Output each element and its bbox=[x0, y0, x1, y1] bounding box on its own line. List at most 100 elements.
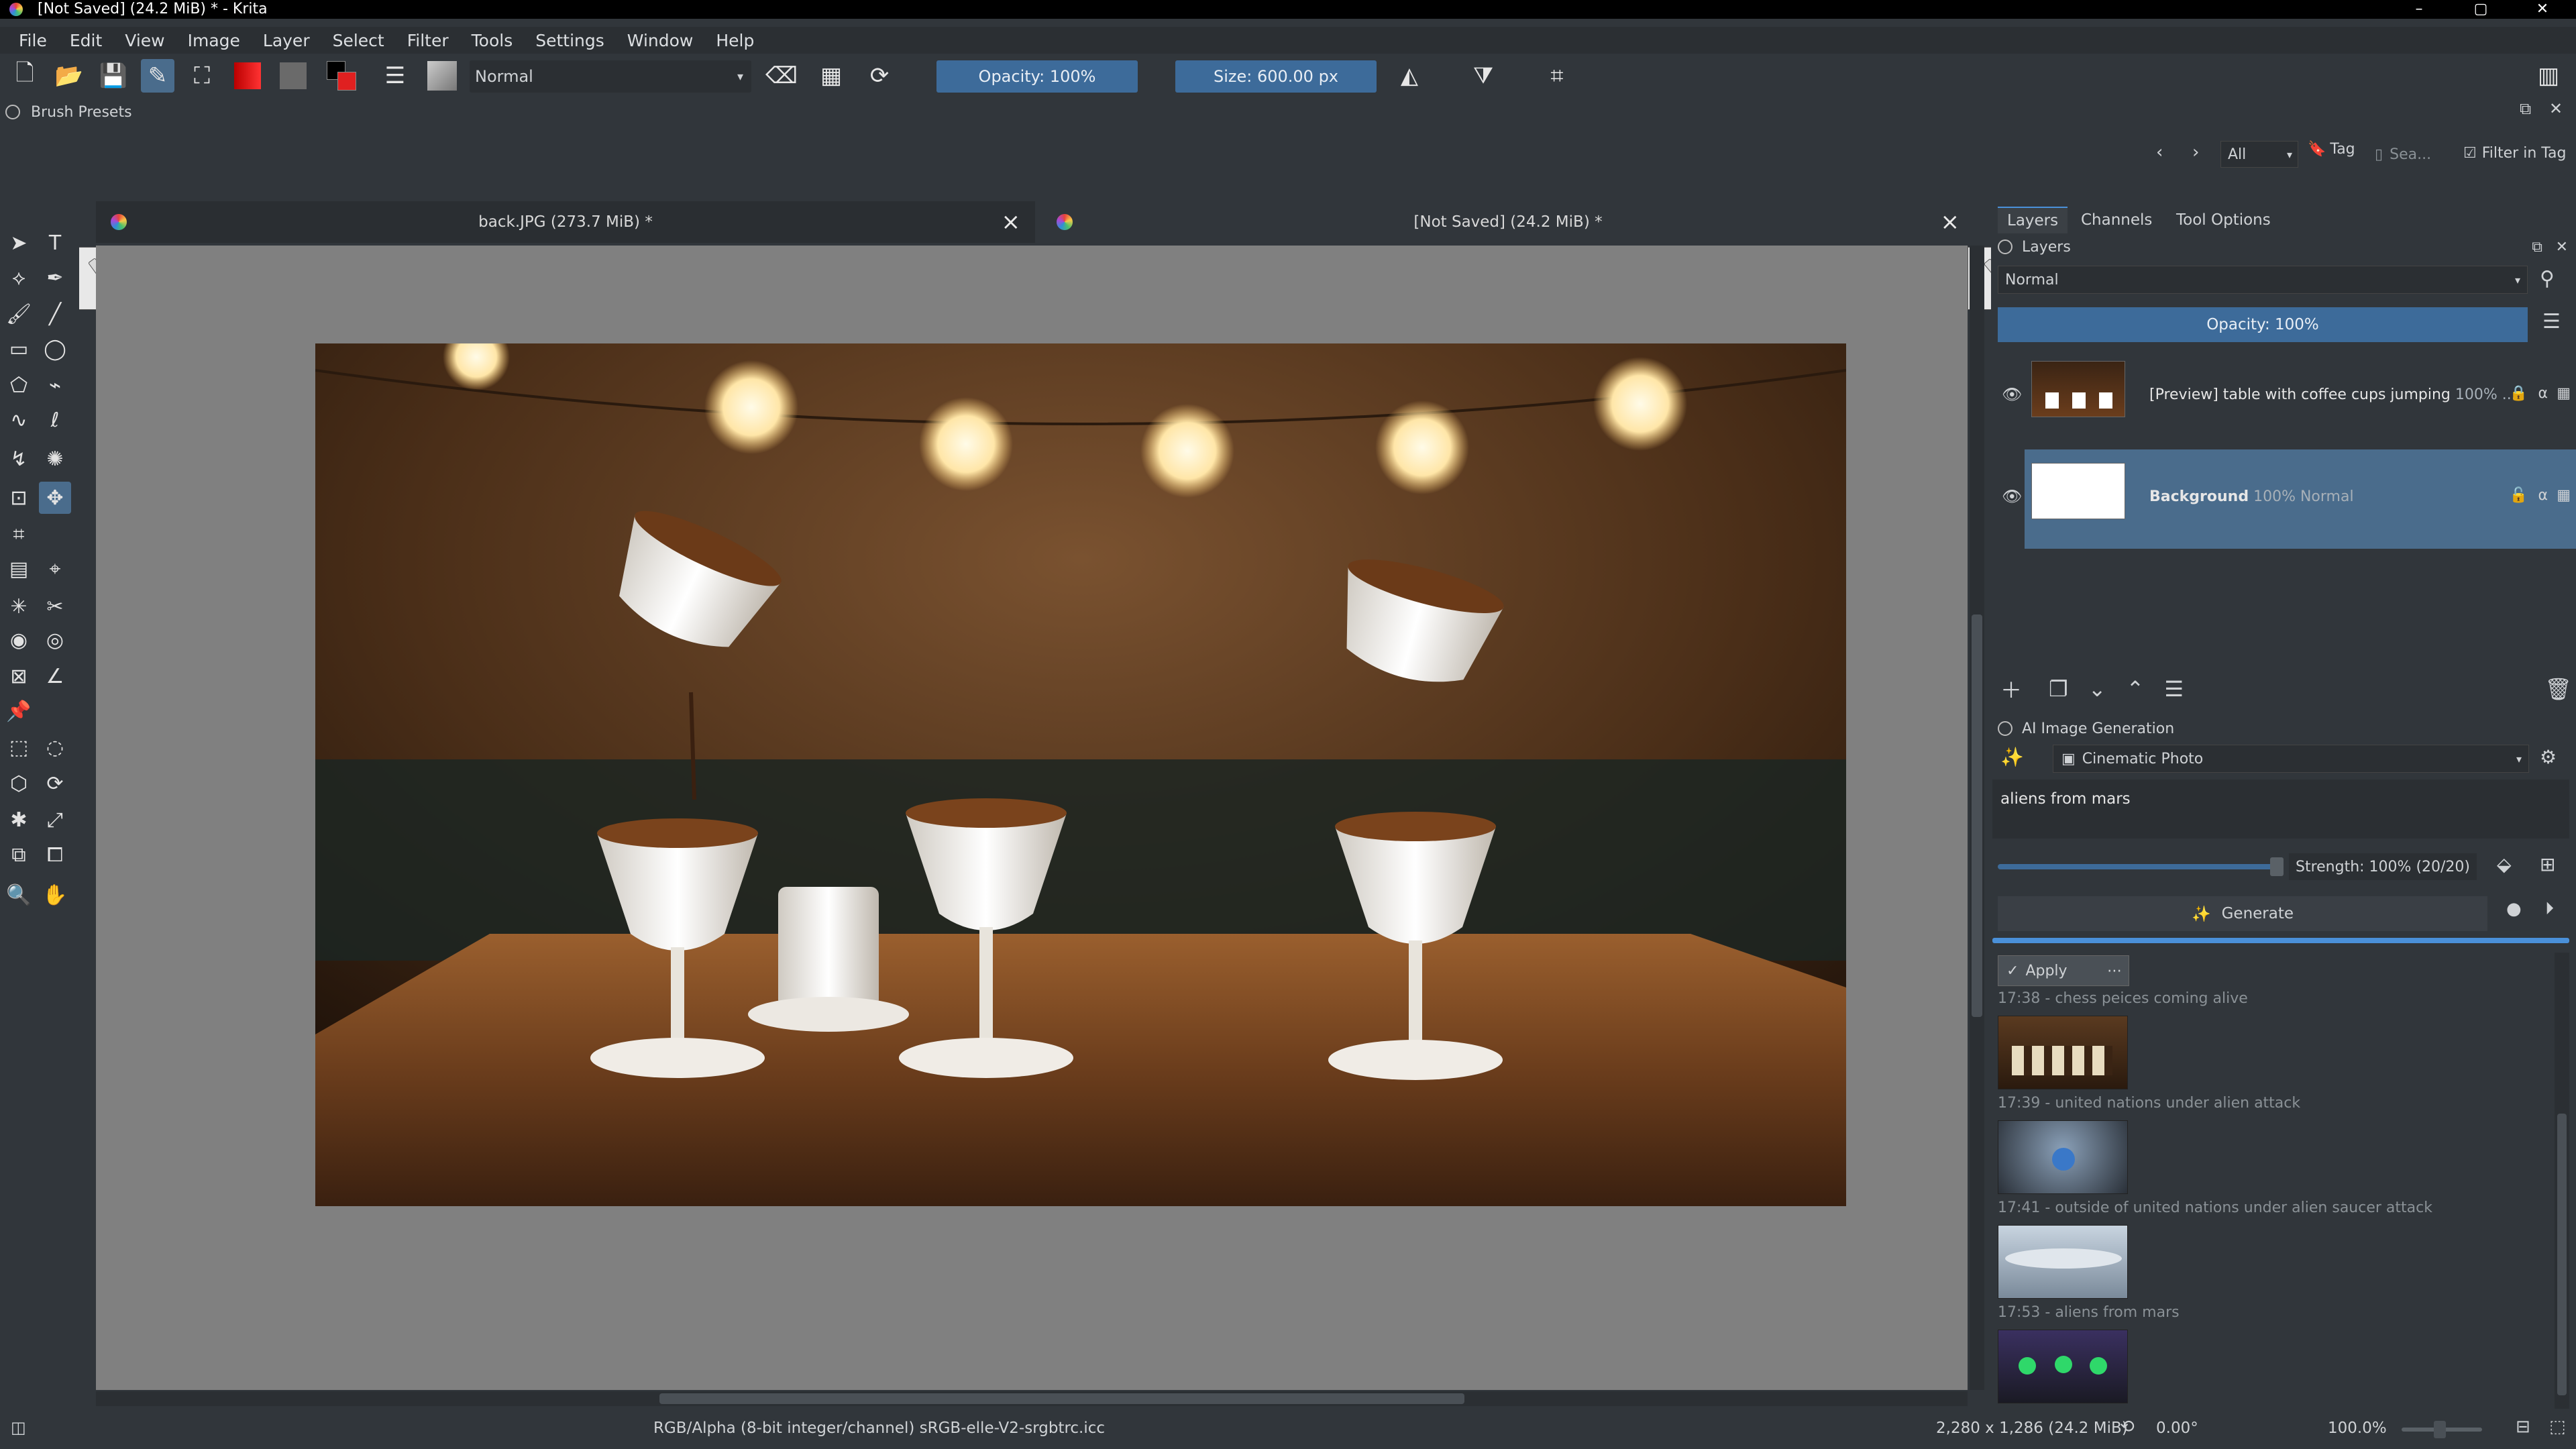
rectangle-tool-icon[interactable]: ▭ bbox=[3, 333, 35, 365]
polygon-select-icon[interactable]: ⬡ bbox=[3, 767, 35, 800]
record-icon[interactable]: ● bbox=[2506, 899, 2522, 919]
move-tool-icon[interactable]: ✥ bbox=[39, 482, 71, 514]
float-docker-icon[interactable]: ⧉ bbox=[2520, 99, 2531, 118]
tab-tool-options[interactable]: Tool Options bbox=[2167, 207, 2280, 233]
enclose-fill-icon[interactable]: ◎ bbox=[39, 624, 71, 656]
delete-layer-icon[interactable]: 🗑 bbox=[2544, 676, 2572, 702]
magnetic-select-icon[interactable]: ⧠ bbox=[39, 839, 71, 871]
region-icon[interactable]: ⊞ bbox=[2540, 853, 2555, 875]
menu-window[interactable]: Window bbox=[623, 31, 698, 50]
scroll-right-icon[interactable]: › bbox=[2192, 142, 2199, 162]
menu-tools[interactable]: Tools bbox=[468, 31, 517, 50]
move-layer-up-icon[interactable]: ⌃ bbox=[2127, 676, 2145, 702]
bezier-tool-icon[interactable]: ∿ bbox=[3, 404, 35, 436]
duplicate-layer-icon[interactable]: ❐ bbox=[2049, 676, 2068, 702]
maximize-icon[interactable]: ▢ bbox=[2457, 0, 2505, 19]
alpha-icon[interactable]: α bbox=[2538, 385, 2548, 402]
mirror-vertical-icon[interactable]: ⧩ bbox=[1466, 59, 1500, 93]
history-scrollbar[interactable] bbox=[2555, 953, 2569, 1409]
menu-image[interactable]: Image bbox=[184, 31, 244, 50]
size-field[interactable]: Size: 600.00 px bbox=[1175, 60, 1377, 93]
smart-patch-icon[interactable]: ✳ bbox=[3, 590, 35, 623]
layer-properties-menu-icon[interactable]: ☰ bbox=[2164, 676, 2184, 702]
tab-back-jpg[interactable]: back.JPG (273.7 MiB) * × bbox=[96, 201, 1035, 243]
tab-channels[interactable]: Channels bbox=[2072, 207, 2161, 233]
zoom-fit-icon[interactable]: ⊟ bbox=[2516, 1417, 2530, 1437]
history-thumbnail[interactable] bbox=[1998, 1120, 2128, 1194]
menu-settings[interactable]: Settings bbox=[531, 31, 608, 50]
measure-tool-icon[interactable]: ∠ bbox=[39, 660, 71, 692]
dynamic-brush-icon[interactable]: ↯ bbox=[3, 443, 35, 475]
freehand-select-icon[interactable]: ⟳ bbox=[39, 767, 71, 800]
close-docker-icon[interactable]: ✕ bbox=[2556, 239, 2568, 256]
assistant-icon[interactable]: ⊠ bbox=[3, 660, 35, 692]
gradient-icon[interactable] bbox=[231, 59, 264, 93]
reload-preset-icon[interactable]: ⟳ bbox=[863, 59, 896, 93]
layer-blend-mode-select[interactable]: Normal ▾ bbox=[1998, 266, 2528, 294]
blend-mode-select[interactable]: Normal ▾ bbox=[470, 60, 751, 93]
generate-button[interactable]: ✨ Generate bbox=[1998, 896, 2487, 931]
workspace-icon[interactable]: ▥ bbox=[2532, 59, 2565, 93]
minimize-icon[interactable]: – bbox=[2395, 0, 2443, 19]
apply-button[interactable]: ✓ Apply ⋯ bbox=[1998, 955, 2129, 986]
new-document-icon[interactable]: 🗋 bbox=[8, 59, 42, 93]
filter-icon[interactable]: ⚲ bbox=[2540, 267, 2555, 290]
layer-properties-icon[interactable]: ▦ bbox=[2557, 487, 2571, 504]
text-tool-icon[interactable]: T bbox=[39, 227, 71, 259]
color-swap-icon[interactable] bbox=[325, 59, 358, 93]
fill-tool-icon[interactable]: ◉ bbox=[3, 624, 35, 656]
brush-editor-icon[interactable]: ✎ bbox=[141, 59, 174, 93]
lock-icon[interactable]: 🔒 bbox=[2510, 385, 2528, 402]
zoom-tool-icon[interactable]: 🔍 bbox=[3, 879, 35, 911]
history-thumbnail[interactable] bbox=[1998, 1225, 2128, 1299]
color-picker-icon[interactable]: ⌖ bbox=[39, 553, 71, 585]
brush-preset-icon[interactable] bbox=[425, 59, 459, 93]
pin-icon[interactable]: ⬚ bbox=[2549, 1417, 2566, 1437]
canvas-image[interactable] bbox=[315, 343, 1846, 1206]
strength-field[interactable]: Strength: 100% (20/20) bbox=[2289, 853, 2477, 880]
queue-icon[interactable]: ⏵ bbox=[2545, 899, 2554, 920]
alpha-icon[interactable]: α bbox=[2538, 487, 2548, 504]
slider-handle[interactable] bbox=[2270, 857, 2284, 876]
ellipse-select-icon[interactable]: ◌ bbox=[39, 731, 71, 763]
bezier-select-icon[interactable]: ⧉ bbox=[3, 839, 35, 871]
canvas-vertical-scrollbar[interactable] bbox=[1970, 246, 1984, 1390]
ai-settings-icon[interactable]: ⚙ bbox=[2540, 746, 2557, 768]
close-icon[interactable]: ✕ bbox=[2518, 0, 2567, 19]
menu-select[interactable]: Select bbox=[329, 31, 388, 50]
close-docker-icon[interactable]: ✕ bbox=[2549, 99, 2563, 118]
style-select[interactable]: ▣ Cinematic Photo ▾ bbox=[2053, 745, 2529, 773]
filter-in-tag-checkbox[interactable]: ☑ Filter in Tag bbox=[2463, 145, 2567, 162]
zoom-slider[interactable] bbox=[2402, 1421, 2482, 1438]
polygon-tool-icon[interactable]: ⬠ bbox=[3, 369, 35, 401]
canvas-horizontal-scrollbar[interactable] bbox=[96, 1391, 1968, 1406]
control-layer-icon[interactable]: ⬙ bbox=[2497, 853, 2512, 875]
mirror-horizontal-icon[interactable]: ◭ bbox=[1393, 59, 1426, 93]
float-docker-icon[interactable]: ⧉ bbox=[2532, 239, 2542, 256]
close-tab-icon[interactable]: × bbox=[1941, 209, 1960, 235]
rect-select-icon[interactable]: ⬚ bbox=[3, 731, 35, 763]
multibrush-icon[interactable]: ✺ bbox=[39, 443, 71, 475]
pattern-icon[interactable] bbox=[276, 59, 310, 93]
brush-settings-icon[interactable]: ⛶ bbox=[185, 59, 219, 93]
open-document-icon[interactable]: 📂 bbox=[52, 59, 86, 93]
line-tool-icon[interactable]: ╱ bbox=[39, 298, 71, 330]
opacity-field[interactable]: Opacity: 100% bbox=[936, 60, 1138, 93]
tab-layers[interactable]: Layers bbox=[1998, 207, 2068, 233]
tab-not-saved[interactable]: [Not Saved] (24.2 MiB) * × bbox=[1042, 201, 1974, 243]
rotate-icon[interactable]: ⟲ bbox=[2120, 1417, 2135, 1437]
prompt-input[interactable]: aliens from mars bbox=[1992, 780, 2569, 839]
hamburger-menu-icon[interactable]: ☰ bbox=[2542, 310, 2561, 333]
visibility-eye-icon[interactable]: 👁 bbox=[2002, 487, 2022, 506]
strength-slider[interactable] bbox=[1998, 857, 2284, 876]
move-layer-down-icon[interactable]: ⌄ bbox=[2088, 676, 2106, 702]
save-icon[interactable]: 💾 bbox=[97, 59, 130, 93]
layer-opacity-field[interactable]: Opacity: 100% bbox=[1998, 307, 2528, 342]
similar-select-icon[interactable]: ⤢ bbox=[39, 804, 71, 836]
contiguous-select-icon[interactable]: ✱ bbox=[3, 804, 35, 836]
close-tab-icon[interactable]: × bbox=[1002, 209, 1021, 235]
pan-tool-icon[interactable]: ✋ bbox=[39, 879, 71, 911]
lock-icon[interactable]: 🔓 bbox=[2510, 487, 2528, 504]
layer-row-preview[interactable]: 👁 [Preview] table with coffee cups jumpi… bbox=[2002, 347, 2576, 447]
scrollbar-thumb[interactable] bbox=[659, 1393, 1464, 1404]
